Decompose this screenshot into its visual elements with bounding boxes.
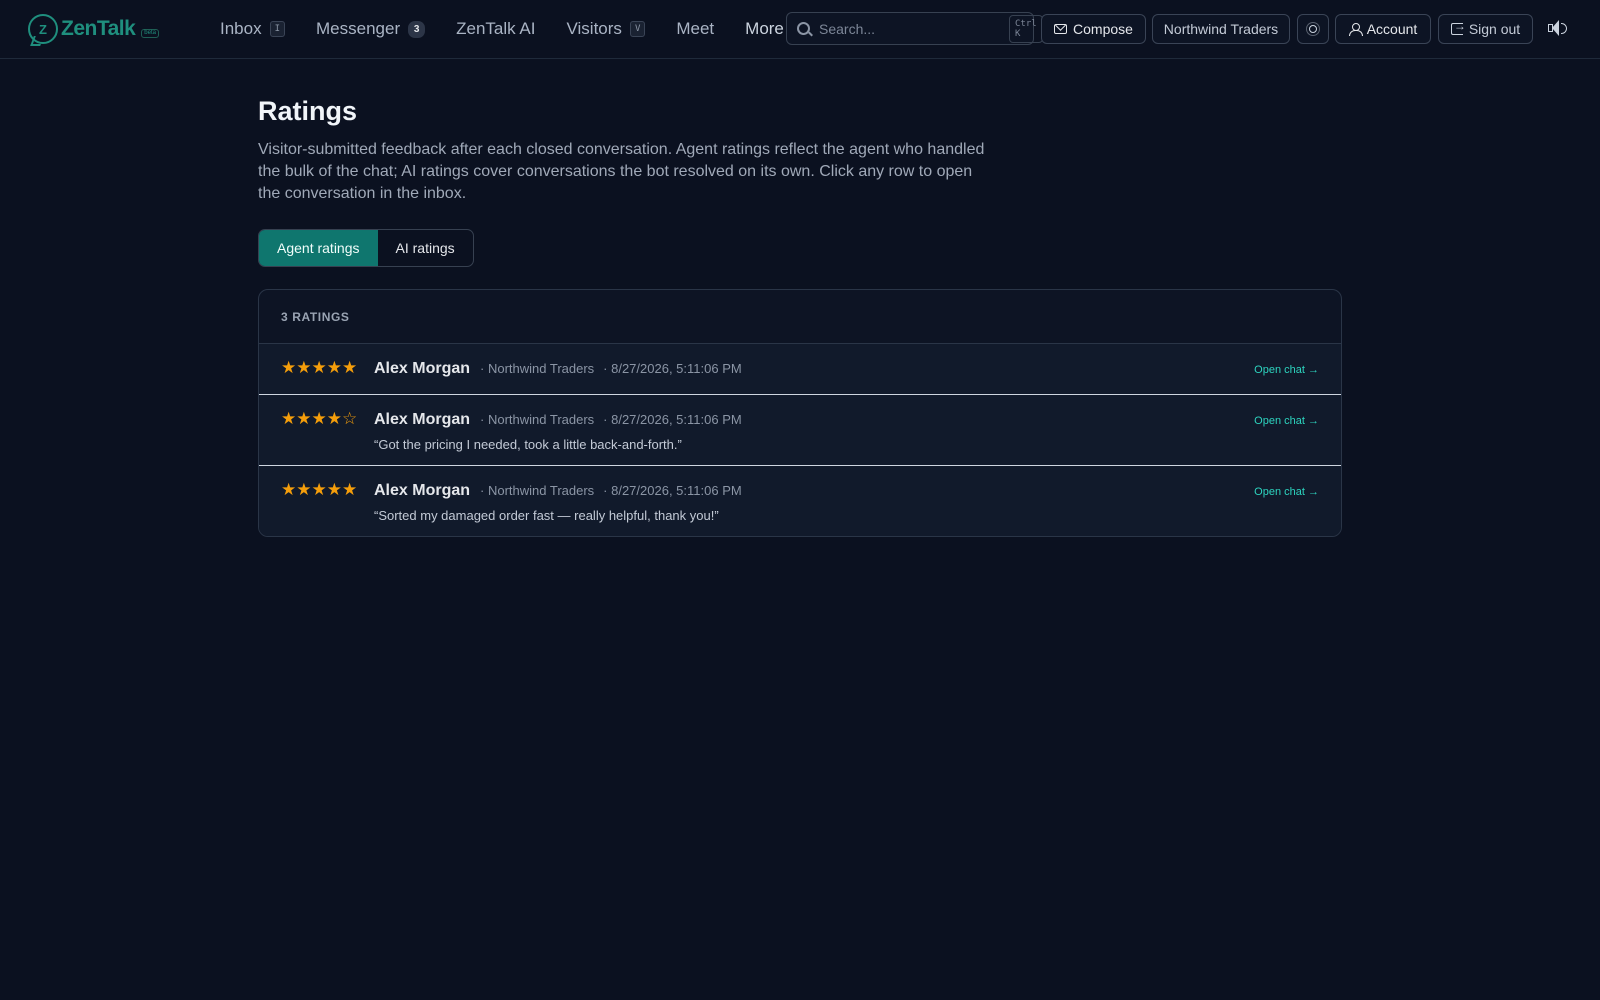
theme-toggle[interactable]	[1297, 14, 1329, 44]
tab-ai-ratings[interactable]: AI ratings	[378, 230, 473, 266]
tab-agent-ratings[interactable]: Agent ratings	[259, 230, 378, 266]
sun-icon	[1309, 25, 1317, 33]
rating-date: · 8/27/2026, 5:11:06 PM	[603, 361, 742, 376]
search-input[interactable]	[819, 20, 1000, 37]
workspace-label: Northwind Traders	[1163, 21, 1279, 37]
sign-out-icon	[1450, 19, 1466, 35]
logo-text: ZenTalk	[61, 17, 136, 40]
company-name: · Northwind Traders	[480, 361, 595, 376]
nav-zentalk-ai[interactable]: ZenTalk AI	[456, 19, 535, 39]
page-description: Visitor-submitted feedback after each cl…	[258, 141, 985, 202]
nav-messenger[interactable]: Messenger 3	[316, 19, 426, 39]
logo-icon: Z	[28, 14, 58, 44]
open-chat-link[interactable]: Open chat →	[1254, 486, 1319, 498]
search-box: Ctrl K	[786, 12, 1043, 45]
workspace-button[interactable]: Northwind Traders	[1152, 14, 1290, 44]
sign-out-button[interactable]: Sign out	[1438, 14, 1533, 44]
company-name: · Northwind Traders	[480, 483, 595, 498]
account-button[interactable]: Account	[1335, 14, 1431, 44]
rating-row[interactable]: ★★★★☆ Alex Morgan · Northwind Traders · …	[259, 394, 1341, 465]
agent-name: Alex Morgan	[374, 411, 471, 428]
logo-tag: beta	[141, 28, 159, 38]
rating-date: · 8/27/2026, 5:11:06 PM	[603, 483, 742, 498]
compose-label: Compose	[1073, 21, 1133, 37]
nav-more-label: More	[745, 19, 784, 38]
nav-meet[interactable]: Meet	[676, 19, 714, 39]
nav-inbox-label: Inbox	[220, 19, 262, 38]
shortcut-badge: V	[629, 21, 646, 37]
user-icon	[1348, 22, 1363, 36]
speaker-icon[interactable]	[1548, 19, 1570, 39]
agent-name: Alex Morgan	[374, 482, 471, 499]
ratings-tabs: Agent ratings AI ratings	[258, 229, 474, 267]
nav-ai-label: ZenTalk AI	[456, 19, 536, 38]
rating-comment: “Sorted my damaged order fast — really h…	[374, 508, 719, 523]
nav-inbox[interactable]: Inbox I	[220, 19, 286, 39]
nav-visitors[interactable]: Visitors V	[567, 19, 646, 39]
ratings-page: Ratings Visitor-submitted feedback after…	[258, 59, 1342, 537]
search-shortcut: Ctrl K	[1009, 14, 1043, 43]
rating-date: · 8/27/2026, 5:11:06 PM	[603, 412, 742, 427]
main-nav: Inbox I Messenger 3 ZenTalk AI Visitors …	[220, 19, 801, 39]
star-rating: ★★★★☆	[281, 409, 358, 428]
star-rating: ★★★★★	[281, 480, 358, 499]
unread-count-badge: 3	[408, 20, 426, 38]
top-bar: Z ZenTalk beta Inbox I Messenger 3 ZenTa…	[0, 0, 1600, 59]
logo[interactable]: Z ZenTalk beta	[28, 14, 188, 44]
nav-messenger-label: Messenger	[316, 19, 401, 38]
rating-row[interactable]: ★★★★★ Alex Morgan · Northwind Traders · …	[259, 465, 1341, 536]
open-chat-link[interactable]: Open chat →	[1254, 415, 1319, 427]
open-chat-link[interactable]: Open chat →	[1254, 364, 1319, 376]
mail-icon	[1054, 24, 1068, 34]
rating-row[interactable]: ★★★★★ Alex Morgan · Northwind Traders · …	[259, 344, 1341, 394]
company-name: · Northwind Traders	[480, 412, 595, 427]
search-icon	[797, 22, 810, 35]
nav-meet-label: Meet	[676, 19, 715, 38]
ratings-list: 3 RATINGS ★★★★★ Alex Morgan · Northwind …	[258, 289, 1342, 537]
agent-name: Alex Morgan	[374, 360, 471, 377]
rating-comment: “Got the pricing I needed, took a little…	[374, 437, 682, 452]
nav-visitors-label: Visitors	[566, 19, 622, 38]
star-rating: ★★★★★	[281, 358, 358, 377]
shortcut-badge: I	[269, 21, 286, 37]
sign-out-label: Sign out	[1468, 21, 1521, 37]
compose-button[interactable]: Compose	[1041, 14, 1146, 44]
ratings-count: 3 RATINGS	[259, 290, 1341, 344]
account-label: Account	[1366, 21, 1418, 37]
page-title: Ratings	[258, 96, 358, 126]
